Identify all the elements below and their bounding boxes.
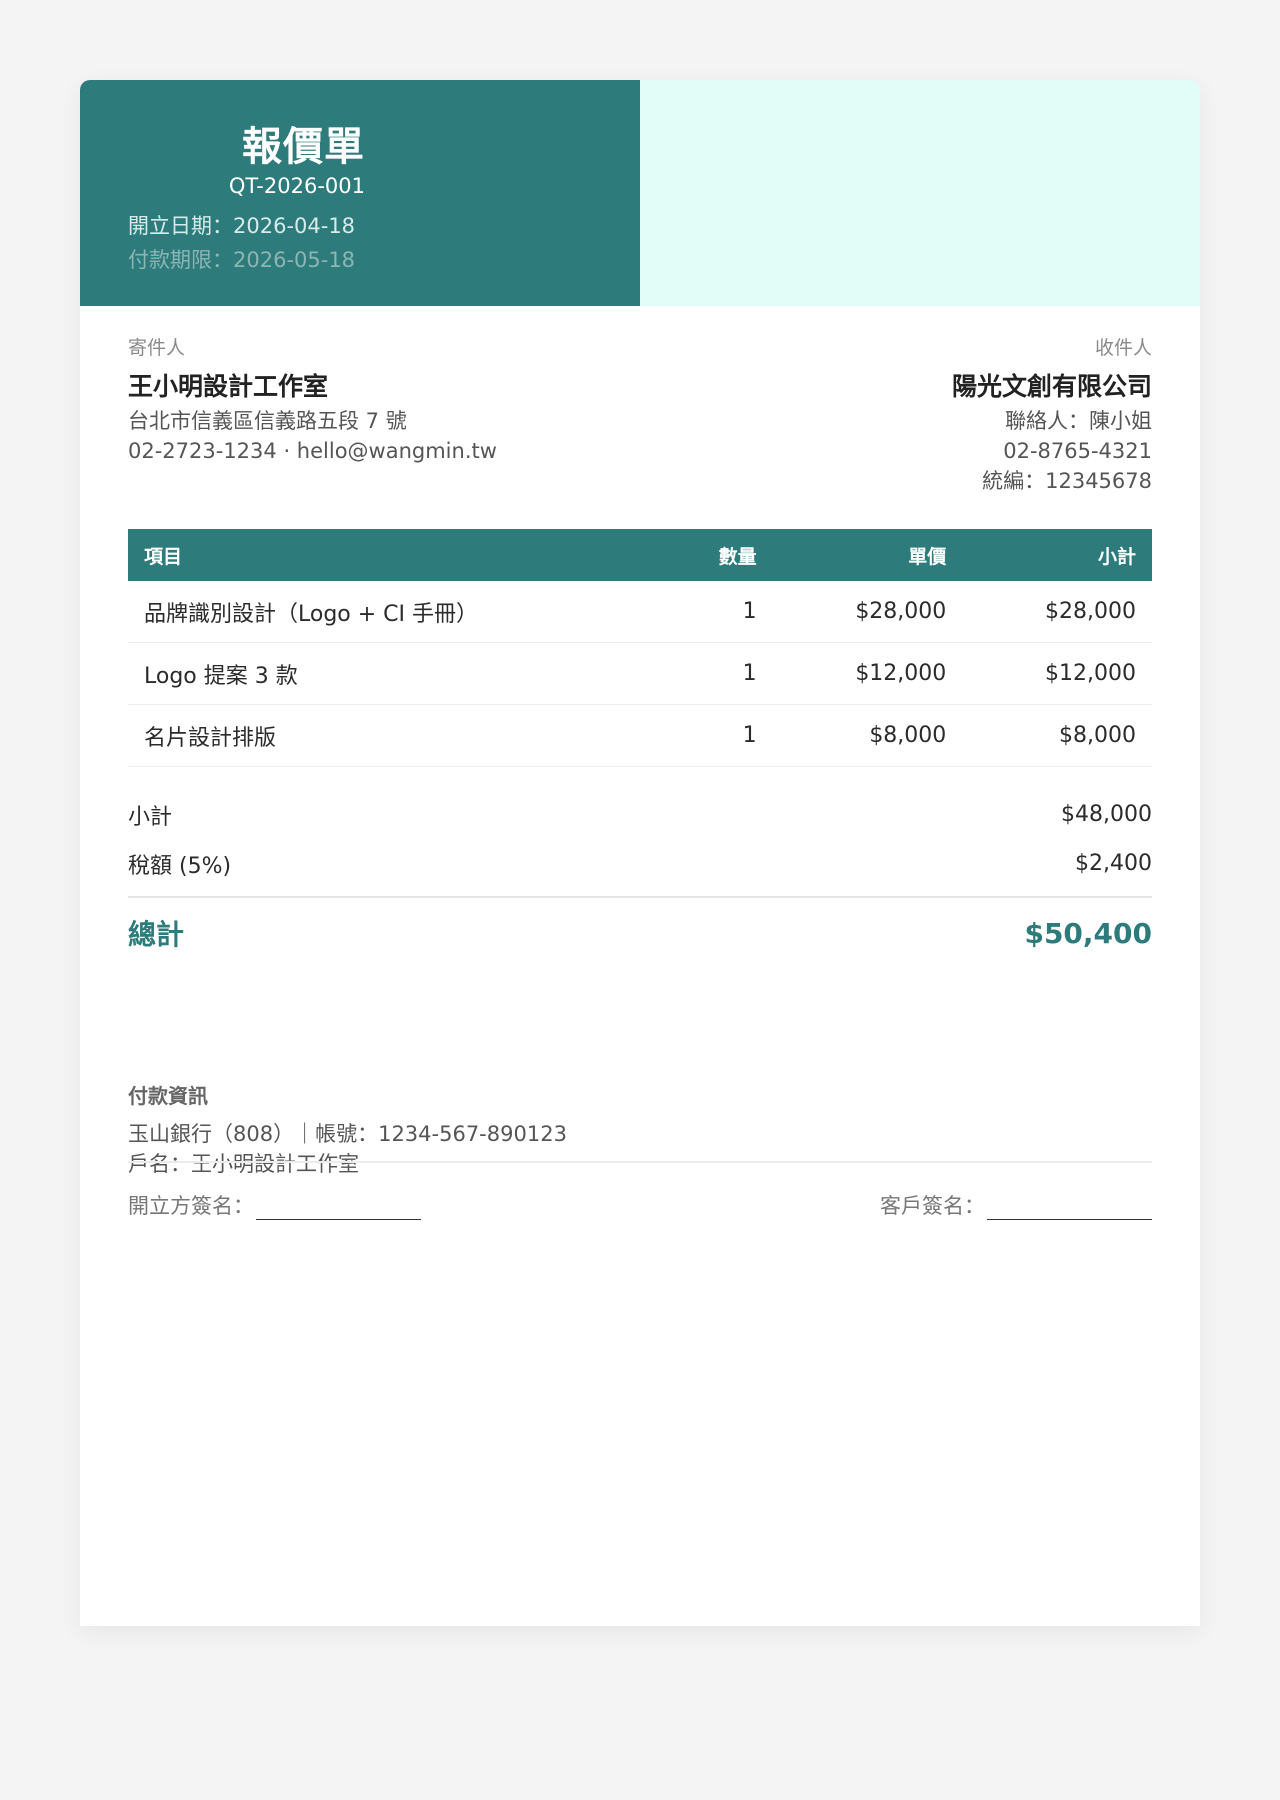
tax-row: 稅額 (5%) $2,400 <box>128 839 1152 888</box>
due-date: 付款期限：2026-05-18 <box>128 248 356 272</box>
tax-label: 稅額 (5%) <box>128 853 232 879</box>
sender-label: 寄件人 <box>128 337 186 359</box>
item-quantity: 1 <box>644 642 773 705</box>
header-accent-panel <box>640 80 1200 306</box>
item-unit-price: $28,000 <box>772 581 963 643</box>
item-subtotal: $8,000 <box>962 704 1152 767</box>
item-name: 名片設計排版 <box>128 704 645 767</box>
header-title-panel: 報價單 QT-2026-001 開立日期：2026-04-18 付款期限：202… <box>80 80 640 306</box>
column-header-item: 項目 <box>128 529 645 581</box>
sender-contact: 02-2723-1234 · hello@wangmin.tw <box>128 439 497 463</box>
table-row: 品牌識別設計（Logo + CI 手冊） 1 $28,000 $28,000 <box>128 581 1152 643</box>
quotation-sheet: 報價單 QT-2026-001 開立日期：2026-04-18 付款期限：202… <box>80 80 1200 1626</box>
item-unit-price: $8,000 <box>772 704 963 767</box>
item-quantity: 1 <box>644 704 773 767</box>
sender-block: 寄件人 王小明設計工作室 台北市信義區信義路五段 7 號 02-2723-123… <box>128 336 497 466</box>
issuer-signature-line[interactable] <box>256 1195 421 1220</box>
line-items-table: 項目 數量 單價 小計 品牌識別設計（Logo + CI 手冊） 1 $28,0… <box>128 529 1152 767</box>
total-value: $50,400 <box>1024 916 1152 950</box>
subtotal-value: $48,000 <box>1061 802 1152 827</box>
payment-info: 付款資訊 玉山銀行（808）｜帳號：1234-567-890123 戶名：王小明… <box>128 1080 567 1179</box>
item-subtotal: $28,000 <box>962 581 1152 643</box>
recipient-name: 陽光文創有限公司 <box>951 372 1152 401</box>
item-quantity: 1 <box>644 581 773 643</box>
grand-total-row: 總計 $50,400 <box>128 898 1152 968</box>
recipient-label: 收件人 <box>1094 337 1152 359</box>
recipient-phone: 02-8765-4321 <box>1003 439 1152 463</box>
client-signature-line[interactable] <box>987 1195 1152 1220</box>
recipient-block: 收件人 陽光文創有限公司 聯絡人：陳小姐 02-8765-4321 統編：123… <box>952 336 1152 496</box>
issuer-signature-label: 開立方簽名： <box>128 1194 254 1218</box>
total-label: 總計 <box>128 918 185 951</box>
item-name: Logo 提案 3 款 <box>128 642 645 705</box>
column-header-quantity: 數量 <box>644 529 773 581</box>
bank-account: 玉山銀行（808）｜帳號：1234-567-890123 <box>128 1122 567 1146</box>
tax-value: $2,400 <box>1075 851 1152 876</box>
client-signature: 客戶簽名： <box>880 1190 1152 1220</box>
item-unit-price: $12,000 <box>772 642 963 705</box>
payment-info-title: 付款資訊 <box>128 1084 208 1108</box>
account-holder: 戶名：王小明設計工作室 <box>128 1152 359 1176</box>
recipient-tax-id: 統編：12345678 <box>982 469 1152 493</box>
quotation-number: QT-2026-001 <box>228 174 365 198</box>
recipient-contact-person: 聯絡人：陳小姐 <box>1005 409 1152 433</box>
subtotal-label: 小計 <box>128 804 173 830</box>
table-row: 名片設計排版 1 $8,000 $8,000 <box>128 704 1152 767</box>
table-header-row: 項目 數量 單價 小計 <box>128 529 1152 581</box>
sender-name: 王小明設計工作室 <box>128 372 329 401</box>
client-signature-label: 客戶簽名： <box>880 1194 985 1218</box>
signature-divider <box>128 1161 1152 1163</box>
sender-address: 台北市信義區信義路五段 7 號 <box>128 409 407 433</box>
table-row: Logo 提案 3 款 1 $12,000 $12,000 <box>128 642 1152 705</box>
document-title: 報價單 <box>242 124 365 170</box>
totals-section: 小計 $48,000 稅額 (5%) $2,400 總計 $50,400 <box>128 790 1152 968</box>
subtotal-row: 小計 $48,000 <box>128 790 1152 839</box>
issuer-signature: 開立方簽名： <box>128 1190 421 1220</box>
column-header-subtotal: 小計 <box>962 529 1152 581</box>
issue-date: 開立日期：2026-04-18 <box>128 214 356 238</box>
item-subtotal: $12,000 <box>962 642 1152 705</box>
column-header-unit-price: 單價 <box>772 529 963 581</box>
quotation-header: 報價單 QT-2026-001 開立日期：2026-04-18 付款期限：202… <box>80 80 1200 306</box>
item-name: 品牌識別設計（Logo + CI 手冊） <box>128 581 645 643</box>
parties-section: 寄件人 王小明設計工作室 台北市信義區信義路五段 7 號 02-2723-123… <box>128 336 1152 506</box>
